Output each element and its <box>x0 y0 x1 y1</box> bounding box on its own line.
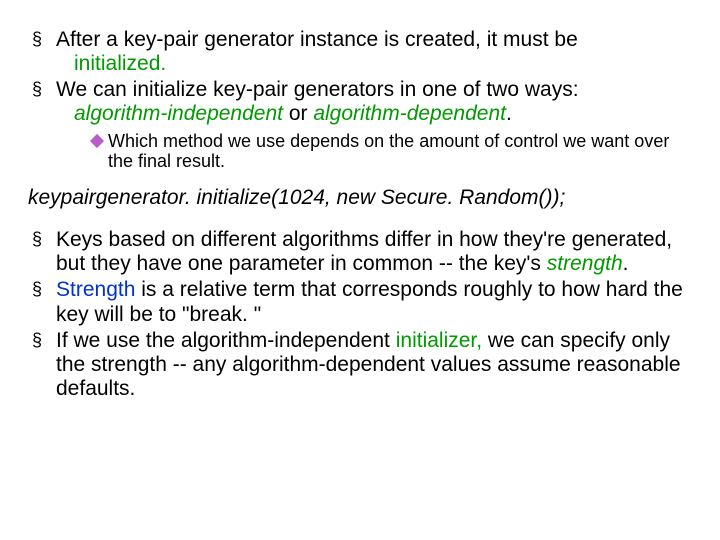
text-run: algorithm-independent <box>74 102 283 125</box>
code-line: keypairgenerator. initialize(1024, new S… <box>28 186 696 210</box>
bullet-item: § After a key-pair generator instance is… <box>24 28 696 76</box>
bullet-text: Keys based on different algorithms diffe… <box>56 228 696 276</box>
text-run: initialized. <box>74 52 166 75</box>
bullet-item: §Keys based on different algorithms diff… <box>24 228 696 276</box>
bullet-item: §If we use the algorithm-independent ini… <box>24 329 696 401</box>
diamond-bullet-icon <box>92 131 108 153</box>
text-run: strength <box>547 252 623 275</box>
text-run: is a relative term that corresponds roug… <box>56 278 683 325</box>
bullet-item: §Strength is a relative term that corres… <box>24 278 696 326</box>
text-run: or <box>283 102 313 125</box>
sub-bullet-text: Which method we use depends on the amoun… <box>108 131 696 172</box>
text-run: algorithm-dependent <box>313 102 506 125</box>
square-bullet-icon: § <box>32 28 56 51</box>
text-run: We can initialize key-pair generators in… <box>56 78 579 101</box>
slide-root: § After a key-pair generator instance is… <box>0 0 720 540</box>
bullet-item: § We can initialize key-pair generators … <box>24 78 696 126</box>
bullet-continuation: algorithm-independent or algorithm-depen… <box>56 102 696 126</box>
square-bullet-icon: § <box>32 78 56 101</box>
square-bullet-icon: § <box>32 228 56 251</box>
square-bullet-icon: § <box>32 329 56 352</box>
text-run: After a key-pair generator instance is c… <box>56 28 578 51</box>
bottom-bullet-list: §Keys based on different algorithms diff… <box>24 228 696 401</box>
bullet-text: We can initialize key-pair generators in… <box>56 78 696 126</box>
sub-bullet-item: Which method we use depends on the amoun… <box>24 131 696 172</box>
bullet-text: After a key-pair generator instance is c… <box>56 28 696 76</box>
text-run: . <box>506 102 512 125</box>
text-run: . <box>623 252 629 275</box>
square-bullet-icon: § <box>32 278 56 301</box>
bullet-text: Strength is a relative term that corresp… <box>56 278 696 326</box>
text-run: If we use the algorithm-independent <box>56 329 396 352</box>
text-run: Strength <box>56 278 135 301</box>
text-run: initializer, <box>396 329 482 352</box>
bullet-text: If we use the algorithm-independent init… <box>56 329 696 401</box>
